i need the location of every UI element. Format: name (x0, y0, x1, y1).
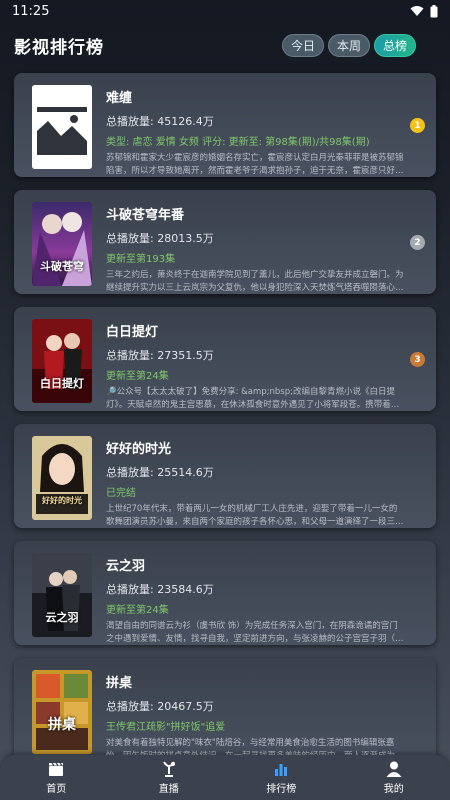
item-info: 白日提灯 总播放量: 27351.5万 更新至第24集 🔎公众号【太太太破了】免… (106, 319, 426, 410)
tab-today[interactable]: 今日 (281, 33, 324, 57)
update-status: 类型: 虐恋 爱情 女频 评分: 更新至: 第98集(期)/共98集(期) (106, 137, 370, 148)
list-item[interactable]: 难缠 总播放量: 45126.4万 类型: 虐恋 爱情 女频 评分: 更新至: … (14, 73, 436, 177)
status-time: 11:25 (12, 3, 50, 19)
show-title: 难缠 (106, 91, 133, 106)
bar-chart-icon (275, 764, 288, 776)
show-description: 🔎公众号【太太太破了】免费分享: &amp;nbsp;改编自黎青燃小说《白日提灯… (106, 387, 395, 410)
rank-badge: 2 (410, 235, 425, 250)
update-status: 已完结 (106, 488, 136, 499)
rank-badge: 1 (410, 118, 425, 133)
list-item[interactable]: 好好的时光 好好的时光 总播放量: 25514.6万 已完结 上世纪70年代末，… (14, 424, 436, 528)
battery-icon (430, 4, 438, 17)
poster-image: 云之羽 (32, 553, 92, 637)
poster-title-text: 斗破苍穹 (40, 260, 84, 273)
nav-label: 首页 (46, 784, 67, 795)
show-title: 拼桌 (106, 676, 133, 691)
show-title: 云之羽 (106, 559, 146, 574)
item-info: 云之羽 总播放量: 23584.6万 更新至第24集 渴望自由的同谱云为衫（虞书… (106, 553, 426, 644)
live-stand-icon (162, 761, 175, 777)
status-icons (410, 4, 438, 18)
nav-label: 排行榜 (266, 784, 297, 795)
show-description: 上世纪70年代末，带着两儿一女的机械厂工人庄先进，迎娶了带着一儿一女的歌舞团演员… (106, 504, 404, 527)
show-description: 三年之约后，萧炎终于在迦南学院见到了薰儿，此后他广交挚友并成立磐门。为继续提升实… (106, 270, 404, 293)
show-description: 苏郁锦和霍家大少霍宸彦的婚姻名存实亡，霍宸彦认定白月光秦菲菲是被苏郁锦陷害，所以… (106, 153, 404, 176)
update-status: 更新至第193集 (106, 254, 176, 265)
play-count: 总播放量: 20467.5万 (106, 700, 214, 713)
nav-label: 直播 (158, 784, 179, 795)
list-item[interactable]: 白日提灯 白日提灯 总播放量: 27351.5万 更新至第24集 🔎公众号【太太… (14, 307, 436, 411)
nav-ranking[interactable]: 排行榜 (225, 755, 338, 800)
poster-image: 好好的时光 (32, 436, 92, 520)
show-title: 白日提灯 (106, 325, 159, 340)
nav-live[interactable]: 直播 (113, 755, 226, 800)
poster-image: 白日提灯 (32, 319, 92, 403)
show-title: 好好的时光 (106, 442, 172, 457)
play-count: 总播放量: 27351.5万 (106, 349, 214, 362)
item-info: 斗破苍穹年番 总播放量: 28013.5万 更新至第193集 三年之约后，萧炎终… (106, 202, 426, 293)
update-status: 王传君江疏影"拼好饭"追爱 (106, 722, 226, 733)
page-title: 影视排行榜 (14, 37, 104, 58)
play-count: 总播放量: 25514.6万 (106, 466, 214, 479)
status-bar: 11:25 (0, 0, 450, 22)
list-item[interactable]: 云之羽 云之羽 总播放量: 23584.6万 更新至第24集 渴望自由的同谱云为… (14, 541, 436, 645)
person-icon (386, 761, 402, 777)
tab-overall[interactable]: 总榜 (373, 33, 416, 57)
list-item[interactable]: 斗破苍穹 斗破苍穹年番 总播放量: 28013.5万 更新至第193集 三年之约… (14, 190, 436, 294)
clapperboard-icon (49, 762, 64, 776)
poster-title-text: 白日提灯 (40, 377, 84, 390)
poster-placeholder (32, 85, 92, 169)
poster-title-text: 云之羽 (45, 611, 79, 624)
item-info: 拼桌 总播放量: 20467.5万 王传君江疏影"拼好饭"追爱 对美食有着独特见… (106, 670, 426, 761)
ranking-tabs: 今日 本周 总榜 (281, 33, 416, 57)
nav-profile[interactable]: 我的 (338, 755, 450, 800)
list-item[interactable]: 拼桌 拼桌 总播放量: 20467.5万 王传君江疏影"拼好饭"追爱 对美食有着… (14, 658, 436, 762)
nav-label: 我的 (383, 784, 404, 795)
poster-art (32, 436, 92, 520)
bottom-nav: 首页 直播 排行榜 我的 (0, 755, 450, 800)
update-status: 更新至第24集 (106, 605, 169, 616)
nav-home[interactable]: 首页 (0, 755, 113, 800)
rank-badge: 3 (410, 352, 425, 367)
show-title: 斗破苍穹年番 (106, 208, 185, 223)
wifi-icon (410, 6, 424, 16)
header: 影视排行榜 今日 本周 总榜 (0, 22, 450, 68)
item-info: 好好的时光 总播放量: 25514.6万 已完结 上世纪70年代末，带着两儿一女… (106, 436, 426, 527)
poster-art (32, 670, 92, 754)
tab-week[interactable]: 本周 (327, 33, 370, 57)
image-placeholder-icon (32, 85, 92, 169)
item-info: 难缠 总播放量: 45126.4万 类型: 虐恋 爱情 女频 评分: 更新至: … (106, 85, 426, 176)
poster-title-text: 好好的时光 (42, 495, 82, 505)
poster-image: 斗破苍穹 (32, 202, 92, 286)
poster-title-text: 拼桌 (48, 717, 76, 733)
update-status: 更新至第24集 (106, 371, 169, 382)
poster-image: 拼桌 (32, 670, 92, 754)
play-count: 总播放量: 28013.5万 (106, 232, 214, 245)
show-description: 渴望自由的同谱云为衫（虞书欣 饰）为完成任务深入宫门，在阴森诡谲的宫门之中遇到爱… (106, 621, 404, 644)
play-count: 总播放量: 23584.6万 (106, 583, 214, 596)
play-count: 总播放量: 45126.4万 (106, 115, 214, 128)
